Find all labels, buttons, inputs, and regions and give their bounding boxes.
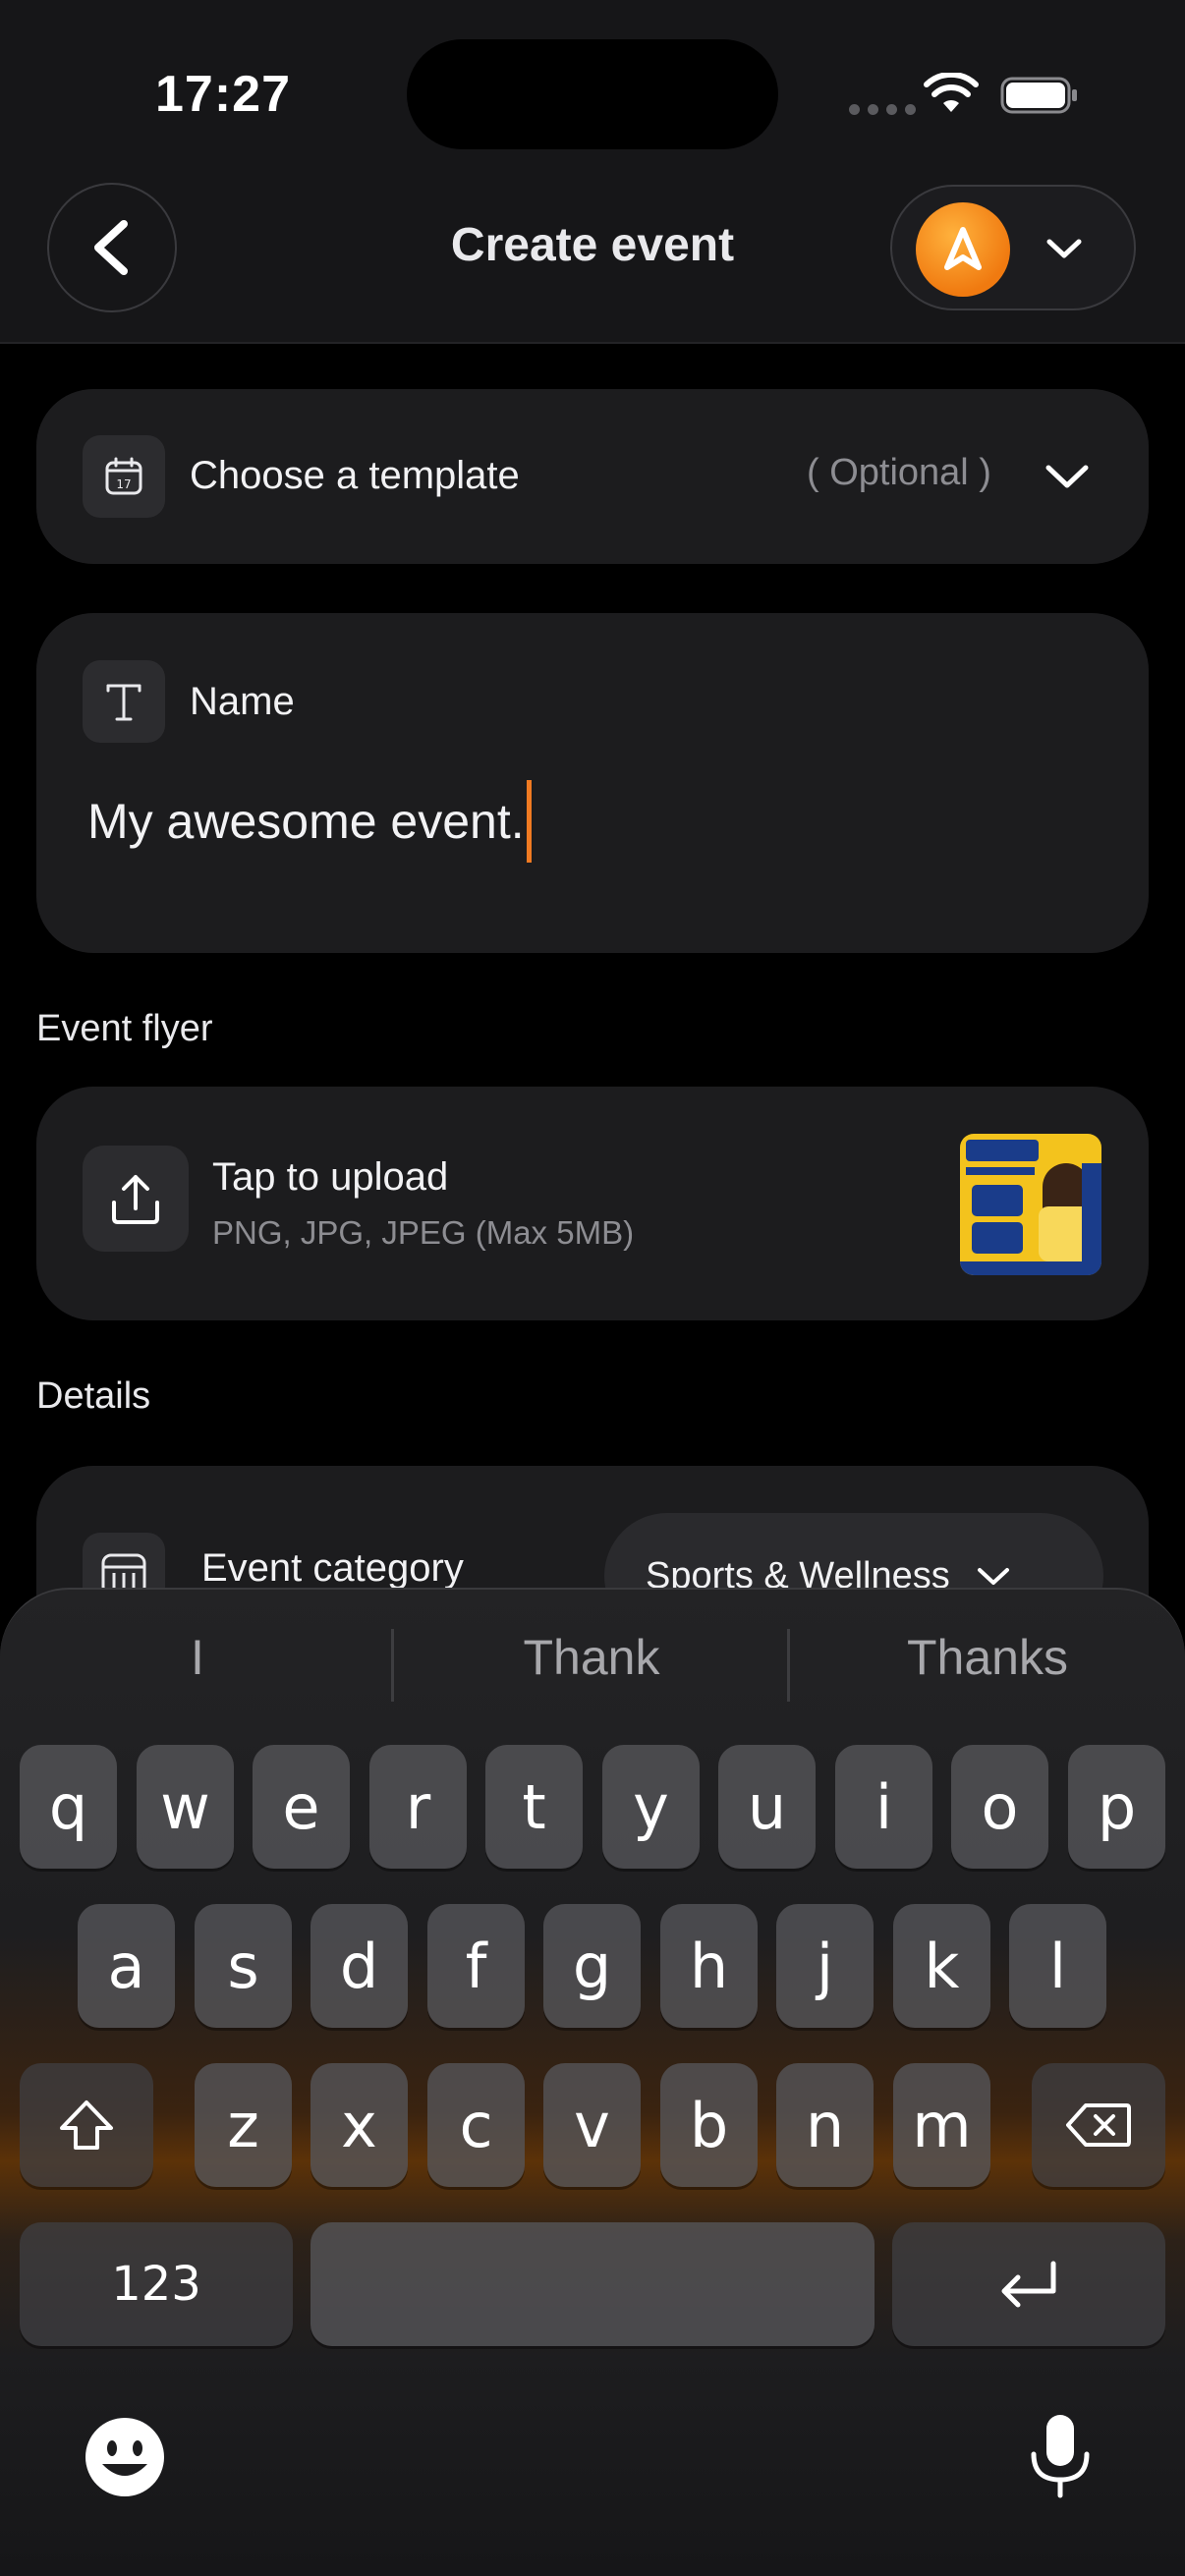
suggestion-1[interactable]: I: [1, 1629, 394, 1686]
dictation-button[interactable]: [1016, 2411, 1104, 2503]
key-i[interactable]: i: [835, 1745, 932, 1869]
event-flyer-section-label: Event flyer: [36, 1008, 213, 1049]
shift-key[interactable]: [20, 2063, 153, 2187]
key-x[interactable]: x: [310, 2063, 408, 2187]
suggestion-divider: [787, 1629, 790, 1702]
upload-format-hint: PNG, JPG, JPEG (Max 5MB): [212, 1214, 635, 1251]
dynamic-island: [407, 39, 778, 149]
details-section-label: Details: [36, 1375, 151, 1417]
key-j[interactable]: j: [776, 1904, 874, 2028]
key-g[interactable]: g: [543, 1904, 641, 2028]
status-time: 17:27: [155, 66, 291, 123]
status-bar: 17:27: [0, 0, 1185, 157]
shift-icon: [60, 2100, 113, 2150]
name-input[interactable]: My awesome event.: [87, 780, 532, 863]
key-m[interactable]: m: [893, 2063, 990, 2187]
backspace-key[interactable]: [1032, 2063, 1165, 2187]
emoji-button[interactable]: [81, 2413, 169, 2501]
key-n[interactable]: n: [776, 2063, 874, 2187]
text-cursor: [526, 780, 532, 863]
flyer-thumbnail[interactable]: [960, 1134, 1101, 1275]
template-selector[interactable]: 17 Choose a template ( Optional ): [36, 389, 1149, 564]
cellular-signal-icon: [849, 104, 916, 115]
calendar-icon: 17: [83, 435, 165, 518]
suggestion-divider: [391, 1629, 394, 1702]
key-r[interactable]: r: [369, 1745, 467, 1869]
brand-logo-icon: [916, 202, 1010, 297]
key-t[interactable]: t: [485, 1745, 583, 1869]
suggestion-3[interactable]: Thanks: [791, 1629, 1184, 1686]
key-u[interactable]: u: [718, 1745, 816, 1869]
svg-text:17: 17: [116, 477, 131, 491]
flyer-upload-card[interactable]: Tap to upload PNG, JPG, JPEG (Max 5MB): [36, 1087, 1149, 1320]
key-b[interactable]: b: [660, 2063, 758, 2187]
key-f[interactable]: f: [427, 1904, 525, 2028]
upload-title: Tap to upload: [212, 1155, 449, 1199]
key-e[interactable]: e: [253, 1745, 350, 1869]
key-k[interactable]: k: [893, 1904, 990, 2028]
chevron-down-icon: [1045, 465, 1089, 488]
key-v[interactable]: v: [543, 2063, 641, 2187]
key-z[interactable]: z: [195, 2063, 292, 2187]
template-label: Choose a template: [190, 454, 520, 497]
return-icon: [1001, 2261, 1056, 2308]
key-h[interactable]: h: [660, 1904, 758, 2028]
predictive-text-bar: I Thank Thanks: [0, 1590, 1185, 1737]
nav-header: Create event: [0, 157, 1185, 344]
key-w[interactable]: w: [137, 1745, 234, 1869]
suggestion-2[interactable]: Thank: [395, 1629, 788, 1686]
upload-icon: [83, 1146, 189, 1252]
key-c[interactable]: c: [427, 2063, 525, 2187]
key-p[interactable]: p: [1068, 1745, 1165, 1869]
space-key[interactable]: [310, 2222, 875, 2346]
name-input-value: My awesome event.: [87, 794, 525, 849]
name-field-card[interactable]: Name My awesome event.: [36, 613, 1149, 953]
key-a[interactable]: a: [78, 1904, 175, 2028]
account-switcher-button[interactable]: [890, 185, 1136, 310]
optional-hint: ( Optional ): [807, 452, 991, 493]
key-s[interactable]: s: [195, 1904, 292, 2028]
backspace-icon: [1066, 2103, 1131, 2147]
emoji-icon: [85, 2418, 164, 2496]
onscreen-keyboard: I Thank Thanks q w e r t y u i o p a s d…: [0, 1588, 1185, 2576]
key-l[interactable]: l: [1009, 1904, 1106, 2028]
key-q[interactable]: q: [20, 1745, 117, 1869]
event-category-label: Event category: [201, 1546, 464, 1590]
key-d[interactable]: d: [310, 1904, 408, 2028]
key-y[interactable]: y: [602, 1745, 700, 1869]
battery-icon: [1000, 77, 1077, 114]
text-icon: [83, 660, 165, 743]
wifi-icon: [924, 73, 979, 112]
microphone-icon: [1031, 2415, 1090, 2498]
name-label: Name: [190, 680, 295, 723]
return-key[interactable]: [892, 2222, 1165, 2346]
key-o[interactable]: o: [951, 1745, 1048, 1869]
numbers-key[interactable]: 123: [20, 2222, 293, 2346]
chevron-down-icon: [1046, 239, 1082, 258]
